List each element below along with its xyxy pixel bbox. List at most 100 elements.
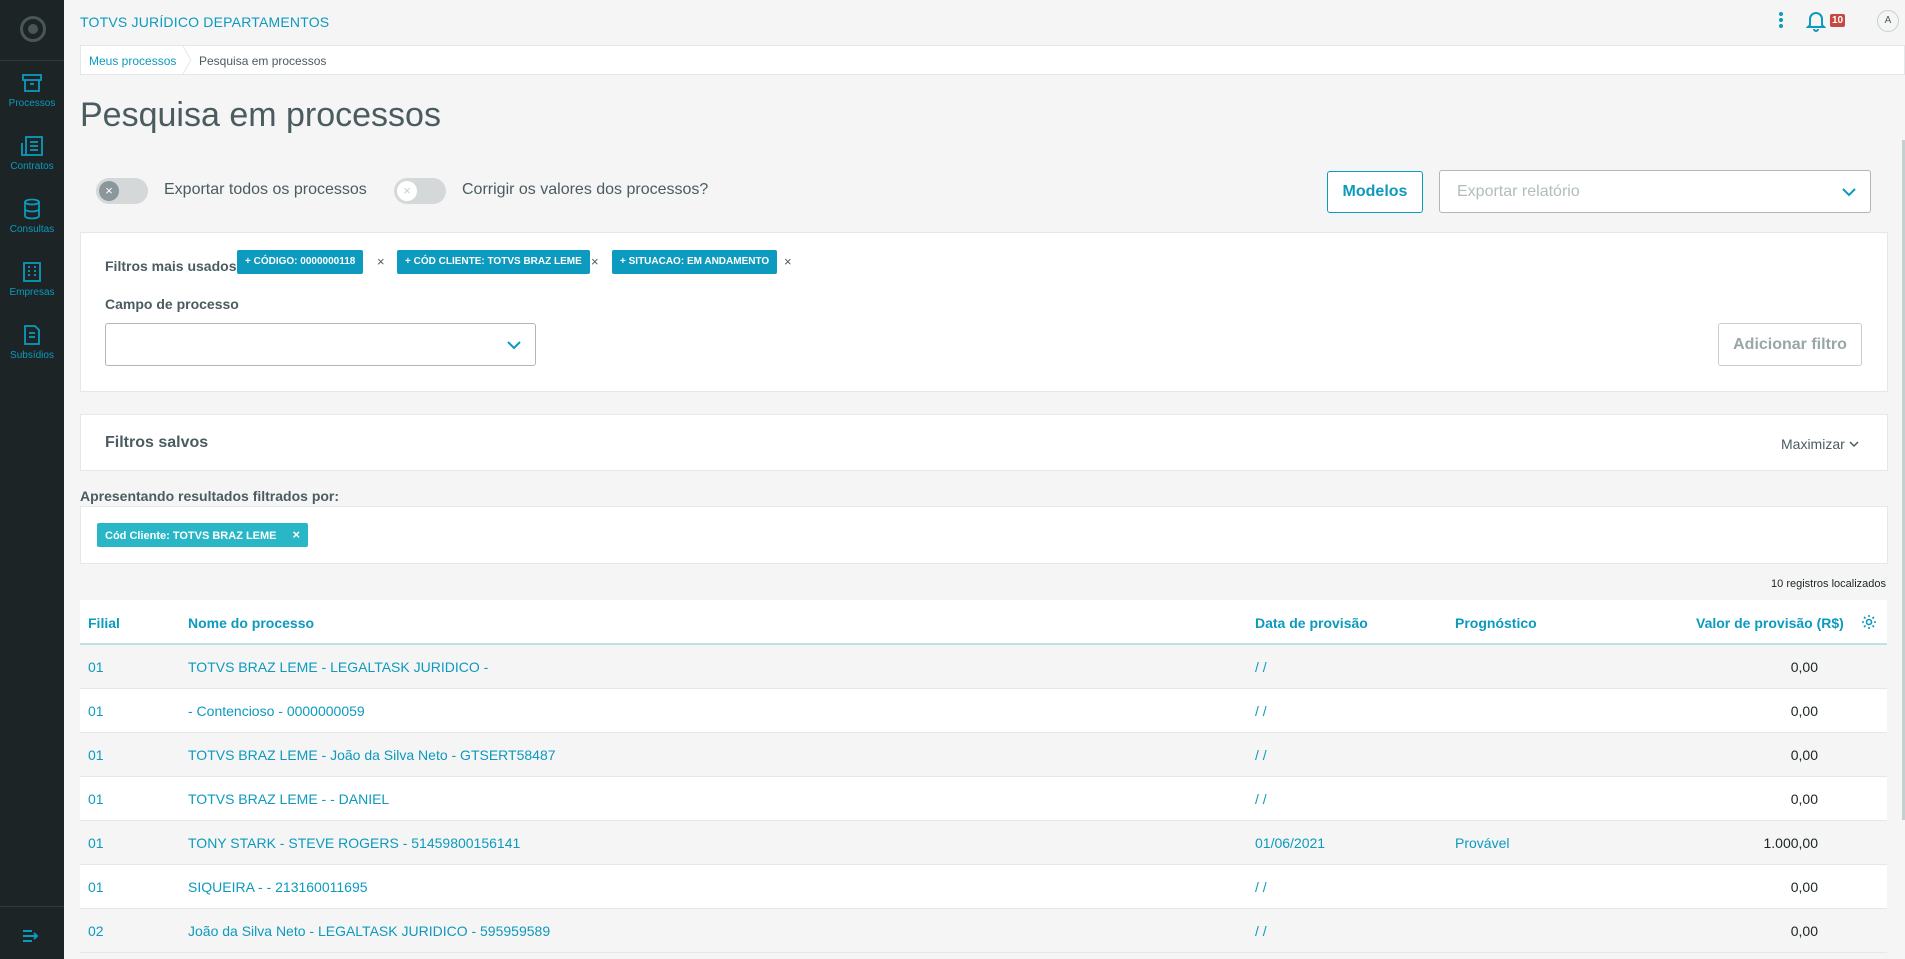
cell-nome-processo[interactable]: João da Silva Neto - LEGALTASK JURIDICO … <box>188 923 550 939</box>
cell-valor-provisao: 0,00 <box>1790 703 1818 719</box>
cell-valor-provisao: 1.000,00 <box>1763 835 1819 851</box>
table-row[interactable]: 01 - Contencioso - 0000000059 / / 0,00 <box>80 689 1887 733</box>
sidebar-item-label: Empresas <box>9 287 55 298</box>
breadcrumb-separator-icon <box>182 46 192 74</box>
remove-filter-icon[interactable]: × <box>784 254 792 269</box>
cell-data-provisao: / / <box>1255 791 1267 807</box>
table-row[interactable]: 01 TOTVS BRAZ LEME - - DANIEL / / 0,00 <box>80 777 1887 821</box>
cell-valor-provisao: 0,00 <box>1790 747 1818 763</box>
cell-data-provisao: / / <box>1255 879 1267 895</box>
contracts-icon <box>21 136 43 156</box>
add-filter-button[interactable]: Adicionar filtro <box>1718 323 1862 366</box>
table-row[interactable]: 02 João da Silva Neto - LEGALTASK JURIDIC… <box>80 909 1887 953</box>
logo-icon[interactable] <box>20 16 46 42</box>
active-filters-panel: Cód Cliente: TOTVS BRAZ LEME × <box>80 506 1888 564</box>
column-header-data[interactable]: Data de provisão <box>1255 615 1368 631</box>
maximize-button[interactable]: Maximizar <box>1781 436 1859 452</box>
notifications-bell-icon[interactable] <box>1805 10 1827 37</box>
remove-filter-icon[interactable]: × <box>591 254 599 269</box>
cell-valor-provisao: 0,00 <box>1790 659 1818 675</box>
more-options-icon[interactable] <box>1778 12 1784 32</box>
cell-nome-processo[interactable]: TOTVS BRAZ LEME - LEGALTASK JURIDICO - <box>188 659 488 675</box>
cell-data-provisao: 01/06/2021 <box>1255 835 1326 851</box>
sidebar-item-label: Consultas <box>9 224 55 235</box>
cell-valor-provisao: 0,00 <box>1790 791 1818 807</box>
table-row[interactable]: 01 TOTVS BRAZ LEME - LEGALTASK JURIDICO -… <box>80 645 1887 689</box>
sidebar-item-processos[interactable]: Processos <box>0 72 64 132</box>
chevron-down-icon <box>1849 441 1859 448</box>
export-report-select[interactable]: Exportar relatório <box>1439 170 1871 213</box>
breadcrumb-item-current: Pesquisa em processos <box>199 54 327 68</box>
column-header-valor[interactable]: Valor de provisão (R$) <box>1696 615 1844 631</box>
table-body: 01 TOTVS BRAZ LEME - LEGALTASK JURIDICO -… <box>80 645 1887 953</box>
correct-values-switch[interactable]: × <box>394 178 446 204</box>
cell-nome-processo[interactable]: - Contencioso - 0000000059 <box>188 703 365 719</box>
cell-valor-provisao: 0,00 <box>1790 879 1818 895</box>
saved-filters-title: Filtros salvos <box>105 434 209 451</box>
maximize-label: Maximizar <box>1781 436 1845 452</box>
results-count: 10 registros localizados <box>1771 578 1886 590</box>
sidebar-item-label: Processos <box>8 98 56 109</box>
correct-values-label: Corrigir os valores dos processos? <box>462 181 709 198</box>
sidebar-divider <box>0 906 64 907</box>
archive-icon <box>22 74 42 92</box>
breadcrumb-item-meus-processos[interactable]: Meus processos <box>89 54 176 68</box>
cell-filial: 01 <box>88 747 104 763</box>
remove-filter-icon[interactable]: × <box>377 254 385 269</box>
column-header-nome[interactable]: Nome do processo <box>188 615 314 631</box>
campo-processo-select[interactable] <box>105 323 536 366</box>
breadcrumb: Meus processos Pesquisa em processos <box>80 45 1905 75</box>
export-all-label: Exportar todos os processos <box>164 181 367 198</box>
cell-data-provisao: / / <box>1255 703 1267 719</box>
filters-panel: Filtros mais usados + CÓDIGO: 0000000118… <box>80 232 1888 392</box>
table-settings-gear-icon[interactable] <box>1861 614 1877 630</box>
page-title: Pesquisa em processos <box>80 96 441 134</box>
cell-nome-processo[interactable]: TONY STARK - STEVE ROGERS - 514598001561… <box>188 835 520 851</box>
results-label: Apresentando resultados filtrados por: <box>80 488 340 504</box>
cell-filial: 02 <box>88 923 104 939</box>
sidebar-item-label: Subsídios <box>10 350 54 361</box>
sidebar: Processos Contratos Consultas Empresas S… <box>0 0 64 959</box>
filter-chip-cod-cliente[interactable]: + CÓD CLIENTE: TOTVS BRAZ LEME <box>397 250 590 274</box>
user-avatar[interactable]: A <box>1877 10 1899 32</box>
export-all-switch[interactable]: × <box>96 178 148 204</box>
cell-nome-processo[interactable]: TOTVS BRAZ LEME - João da Silva Neto - G… <box>188 747 556 763</box>
sidebar-item-contratos[interactable]: Contratos <box>0 135 64 195</box>
building-icon <box>23 262 41 282</box>
chevron-down-icon <box>507 341 521 350</box>
header: TOTVS JURÍDICO DEPARTAMENTOS 10 A <box>64 0 1905 44</box>
document-icon <box>24 325 40 345</box>
table-row[interactable]: 01 TOTVS BRAZ LEME - João da Silva Neto -… <box>80 733 1887 777</box>
cell-filial: 01 <box>88 791 104 807</box>
cell-nome-processo[interactable]: SIQUEIRA - - 213160011695 <box>188 879 368 895</box>
remove-filter-icon[interactable]: × <box>293 527 301 542</box>
table-header: Filial Nome do processo Data de provisão… <box>80 600 1887 645</box>
campo-processo-label: Campo de processo <box>105 296 239 312</box>
modelos-button[interactable]: Modelos <box>1327 171 1423 213</box>
column-header-prognostico[interactable]: Prognóstico <box>1455 615 1537 631</box>
cell-prognostico: Provável <box>1455 835 1510 851</box>
export-report-placeholder: Exportar relatório <box>1457 183 1580 200</box>
cell-data-provisao: / / <box>1255 747 1267 763</box>
sidebar-collapse-icon[interactable] <box>22 928 40 949</box>
column-header-filial[interactable]: Filial <box>88 615 120 631</box>
processes-table: Filial Nome do processo Data de provisão… <box>80 600 1887 953</box>
table-row[interactable]: 01 TONY STARK - STEVE ROGERS - 5145980015… <box>80 821 1887 865</box>
sidebar-item-empresas[interactable]: Empresas <box>0 261 64 321</box>
app-title[interactable]: TOTVS JURÍDICO DEPARTAMENTOS <box>80 14 329 30</box>
most-used-filters-label: Filtros mais usados <box>105 258 237 274</box>
table-row[interactable]: 01 SIQUEIRA - - 213160011695 / / 0,00 <box>80 865 1887 909</box>
saved-filters-panel: Filtros salvos Maximizar <box>80 414 1888 471</box>
cell-data-provisao: / / <box>1255 659 1267 675</box>
cell-nome-processo[interactable]: TOTVS BRAZ LEME - - DANIEL <box>188 791 389 807</box>
chevron-down-icon <box>1842 188 1856 197</box>
sidebar-divider <box>0 60 64 61</box>
filter-chip-situacao[interactable]: + SITUACAO: EM ANDAMENTO <box>612 250 778 274</box>
active-filter-label: Cód Cliente: TOTVS BRAZ LEME <box>105 530 277 542</box>
sidebar-item-consultas[interactable]: Consultas <box>0 198 64 258</box>
sidebar-item-subsidios[interactable]: Subsídios <box>0 324 64 384</box>
active-filter-chip[interactable]: Cód Cliente: TOTVS BRAZ LEME × <box>97 523 309 547</box>
notifications-badge: 10 <box>1830 14 1846 27</box>
close-icon: × <box>99 181 119 201</box>
filter-chip-codigo[interactable]: + CÓDIGO: 0000000118 <box>237 250 364 274</box>
